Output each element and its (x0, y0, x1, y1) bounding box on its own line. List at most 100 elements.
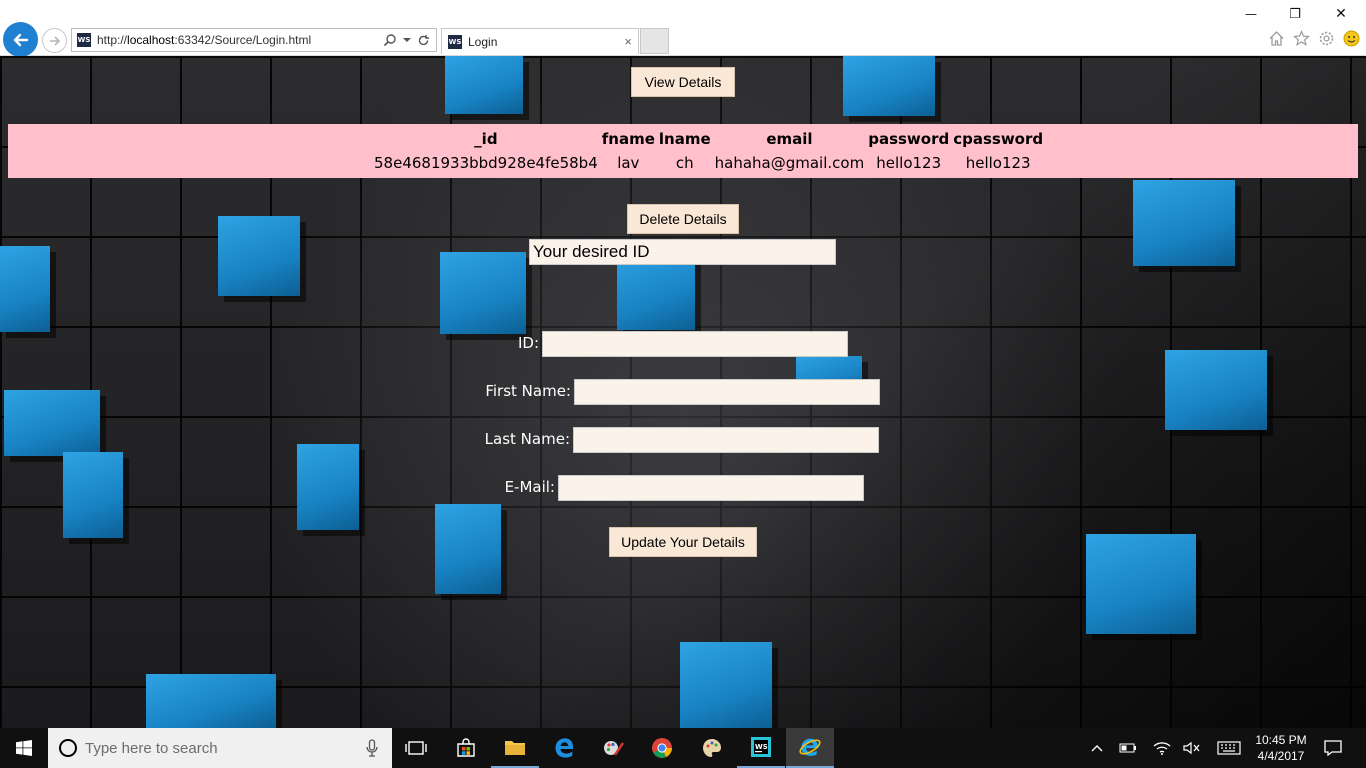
notification-icon (1324, 740, 1342, 756)
webstorm-favicon-icon: WS (448, 34, 462, 49)
url-path: :63342/Source/Login.html (174, 33, 312, 47)
id-label: ID: (517, 334, 539, 352)
arrow-left-icon (13, 33, 28, 46)
internet-explorer-app[interactable] (786, 728, 834, 768)
address-bar[interactable]: WS http://localhost:63342/Source/Login.h… (71, 28, 437, 52)
favorites-star-icon[interactable] (1293, 30, 1310, 47)
arrow-right-icon (49, 35, 60, 46)
blue-cube-decoration (4, 390, 100, 456)
clock[interactable]: 10:45 PM 4/4/2017 (1246, 732, 1316, 764)
folder-icon (505, 741, 525, 755)
search-placeholder: Type here to search (85, 739, 218, 757)
file-explorer-app[interactable] (491, 728, 539, 768)
last-name-input[interactable] (573, 427, 879, 453)
minimize-button[interactable]: — (1228, 4, 1274, 24)
webstorm-favicon-icon: WS (77, 33, 91, 47)
blue-cube-decoration (146, 674, 276, 728)
table-row: 58e4681933bbd928e4fe58b4 lav ch hahaha@g… (372, 150, 1045, 176)
battery-tray[interactable] (1116, 728, 1140, 768)
cell-email: hahaha@gmail.com (714, 154, 865, 172)
blue-cube-decoration (1086, 534, 1196, 634)
cell-cpassword: hello123 (965, 154, 1031, 172)
blue-cube-decoration (297, 444, 359, 530)
wifi-icon (1153, 742, 1171, 755)
id-input[interactable] (542, 331, 848, 357)
email-input[interactable] (558, 475, 864, 501)
action-center-button[interactable] (1320, 728, 1346, 768)
blue-cube-decoration (435, 504, 501, 594)
address-url[interactable]: http://localhost:63342/Source/Login.html (97, 33, 383, 47)
paint-palette-app[interactable] (688, 728, 736, 768)
forward-button[interactable] (42, 28, 67, 53)
column-header-fname: fname (601, 130, 655, 148)
volume-tray[interactable] (1180, 728, 1204, 768)
battery-icon (1119, 743, 1136, 753)
blue-cube-decoration (1165, 350, 1267, 430)
show-hidden-icons-button[interactable] (1086, 728, 1108, 768)
last-name-label: Last Name: (484, 430, 570, 448)
volume-muted-icon (1183, 741, 1200, 755)
dropdown-arrow-icon[interactable] (403, 36, 411, 44)
clock-time: 10:45 PM (1255, 733, 1307, 747)
taskbar-search[interactable]: Type here to search (48, 728, 392, 768)
details-table: _id fname lname email password cpassword… (8, 124, 1358, 178)
cell-id: 58e4681933bbd928e4fe58b4 (374, 154, 598, 172)
blue-cube-decoration (0, 246, 50, 332)
desired-id-input[interactable] (529, 239, 836, 265)
close-window-button[interactable]: ✕ (1318, 4, 1364, 24)
table-header-row: _id fname lname email password cpassword (372, 128, 1045, 150)
webstorm-icon: WS (751, 737, 771, 757)
paint-tool-icon (604, 741, 624, 756)
task-view-button[interactable] (392, 728, 440, 768)
windows-logo-icon (16, 740, 32, 756)
tab-login[interactable]: WS Login × (441, 28, 639, 54)
blue-cube-decoration (843, 56, 935, 116)
smiley-feedback-icon[interactable] (1343, 30, 1360, 47)
search-icon[interactable] (383, 33, 397, 47)
chrome-icon (652, 738, 672, 758)
back-button[interactable] (3, 22, 38, 57)
network-tray[interactable] (1150, 728, 1174, 768)
blue-cube-decoration (218, 216, 300, 296)
start-button[interactable] (0, 728, 48, 768)
page-background: View Details _id fname lname email passw… (0, 56, 1366, 728)
taskbar: Type here to search WS 10:45 PM 4/4/2017 (0, 728, 1366, 768)
first-name-input[interactable] (574, 379, 880, 405)
restore-icon: ❐ (1289, 6, 1301, 22)
browser-chrome: WS http://localhost:63342/Source/Login.h… (0, 0, 1366, 57)
internet-explorer-icon (799, 738, 821, 756)
task-view-icon (405, 741, 427, 755)
webstorm-app[interactable]: WS (737, 728, 785, 768)
store-app[interactable] (442, 728, 490, 768)
url-host: localhost (127, 33, 175, 47)
palette-icon (703, 739, 721, 757)
cell-password: hello123 (876, 154, 942, 172)
blue-cube-decoration (445, 56, 523, 114)
column-header-email: email (766, 130, 813, 148)
update-details-button[interactable]: Update Your Details (609, 527, 757, 557)
store-bag-icon (457, 738, 475, 757)
url-prefix: http:// (97, 33, 128, 47)
edge-e-icon (555, 738, 574, 758)
gear-icon[interactable] (1318, 30, 1335, 47)
refresh-icon[interactable] (417, 34, 430, 47)
maximize-button[interactable]: ❐ (1272, 4, 1318, 24)
keyboard-tray[interactable] (1214, 728, 1244, 768)
cell-lname: ch (675, 154, 694, 172)
chrome-app[interactable] (638, 728, 686, 768)
microphone-icon[interactable] (366, 739, 378, 757)
paint-app[interactable] (589, 728, 637, 768)
view-details-button[interactable]: View Details (631, 67, 735, 97)
email-label: E-Mail: (504, 478, 555, 496)
tab-close-icon[interactable]: × (624, 34, 632, 49)
chevron-up-icon (1091, 745, 1103, 752)
home-icon[interactable] (1268, 30, 1285, 47)
column-header-cpassword: cpassword (953, 130, 1044, 148)
close-icon: ✕ (1335, 6, 1347, 22)
edge-app[interactable] (540, 728, 588, 768)
clock-date: 4/4/2017 (1257, 749, 1305, 763)
svg-text:WS: WS (755, 743, 768, 751)
new-tab-button[interactable] (640, 28, 669, 54)
delete-details-button[interactable]: Delete Details (627, 204, 739, 234)
blue-cube-decoration (440, 252, 526, 334)
